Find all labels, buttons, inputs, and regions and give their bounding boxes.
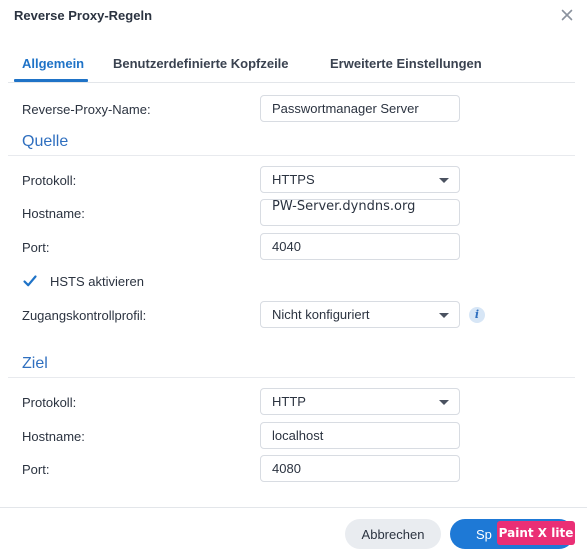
source-divider	[8, 155, 575, 156]
access-profile-label: Zugangskontrollprofil:	[22, 308, 147, 323]
source-protocol-label: Protokoll:	[22, 173, 77, 188]
info-icon[interactable]: i	[469, 307, 485, 323]
destination-divider	[8, 377, 575, 378]
dest-port-input[interactable]: 4080	[260, 455, 460, 482]
reverse-proxy-dialog: Reverse Proxy-Regeln Allgemein Benutzerd…	[0, 0, 587, 555]
chevron-down-icon	[439, 178, 449, 183]
title-bar: Reverse Proxy-Regeln	[0, 0, 587, 32]
tab-advanced-settings[interactable]: Erweiterte Einstellungen	[330, 56, 482, 71]
active-tab-indicator	[14, 79, 88, 82]
hsts-label[interactable]: HSTS aktivieren	[50, 274, 144, 289]
chevron-down-icon	[439, 400, 449, 405]
dest-hostname-label: Hostname:	[22, 429, 85, 444]
proxy-name-input[interactable]: Passwortmanager Server	[260, 95, 460, 122]
source-hostname-input[interactable]: PW-Server.dyndns.org	[260, 199, 460, 226]
source-heading: Quelle	[22, 133, 69, 150]
hsts-checkbox[interactable]	[22, 273, 38, 289]
dest-protocol-select[interactable]: HTTP	[260, 388, 460, 415]
dest-port-label: Port:	[22, 462, 50, 477]
tab-custom-header[interactable]: Benutzerdefinierte Kopfzeile	[113, 56, 289, 71]
source-port-input[interactable]: 4040	[260, 233, 460, 260]
source-port-label: Port:	[22, 240, 50, 255]
tab-bar: Allgemein Benutzerdefinierte Kopfzeile E…	[8, 50, 575, 83]
dialog-title: Reverse Proxy-Regeln	[14, 8, 153, 23]
proxy-name-label: Reverse-Proxy-Name:	[22, 102, 151, 117]
footer-divider	[0, 507, 587, 508]
chevron-down-icon	[439, 313, 449, 318]
close-icon[interactable]	[559, 7, 575, 23]
source-hostname-label: Hostname:	[22, 206, 85, 221]
destination-heading: Ziel	[22, 355, 48, 372]
source-protocol-select[interactable]: HTTPS	[260, 166, 460, 193]
tab-allgemein[interactable]: Allgemein	[22, 56, 84, 71]
access-profile-select[interactable]: Nicht konfiguriert	[260, 301, 460, 328]
cancel-button[interactable]: Abbrechen	[345, 519, 441, 549]
paint-x-lite-watermark: Paint X lite	[497, 521, 575, 545]
dest-protocol-label: Protokoll:	[22, 395, 77, 410]
dest-hostname-input[interactable]: localhost	[260, 422, 460, 449]
